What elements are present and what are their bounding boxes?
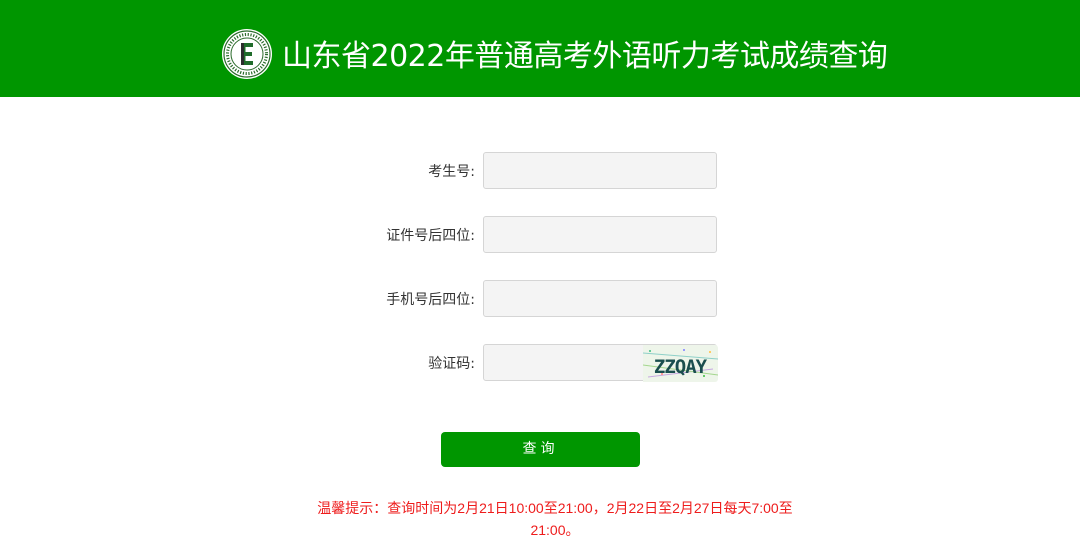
exam-institute-logo-icon xyxy=(222,29,272,79)
query-button[interactable]: 查询 xyxy=(441,432,640,467)
captcha-image[interactable]: ZZQAY xyxy=(643,345,718,382)
page-title: 山东省2022年普通高考外语听力考试成绩查询 xyxy=(282,39,888,74)
exam-number-input[interactable] xyxy=(483,152,717,189)
id-last4-label: 证件号后四位: xyxy=(386,228,475,244)
phone-last4-label: 手机号后四位: xyxy=(386,292,475,308)
captcha-label: 验证码: xyxy=(428,356,475,372)
exam-number-label: 考生号: xyxy=(428,164,475,180)
notice-text: 温馨提示：查询时间为2月21日10:00至21:00，2月22日至2月27日每天… xyxy=(317,500,793,538)
page-header: 山东省2022年普通高考外语听力考试成绩查询 xyxy=(0,0,1080,97)
phone-last4-input[interactable] xyxy=(483,280,717,317)
id-last4-input[interactable] xyxy=(483,216,717,253)
captcha-text: ZZQAY xyxy=(654,356,708,378)
